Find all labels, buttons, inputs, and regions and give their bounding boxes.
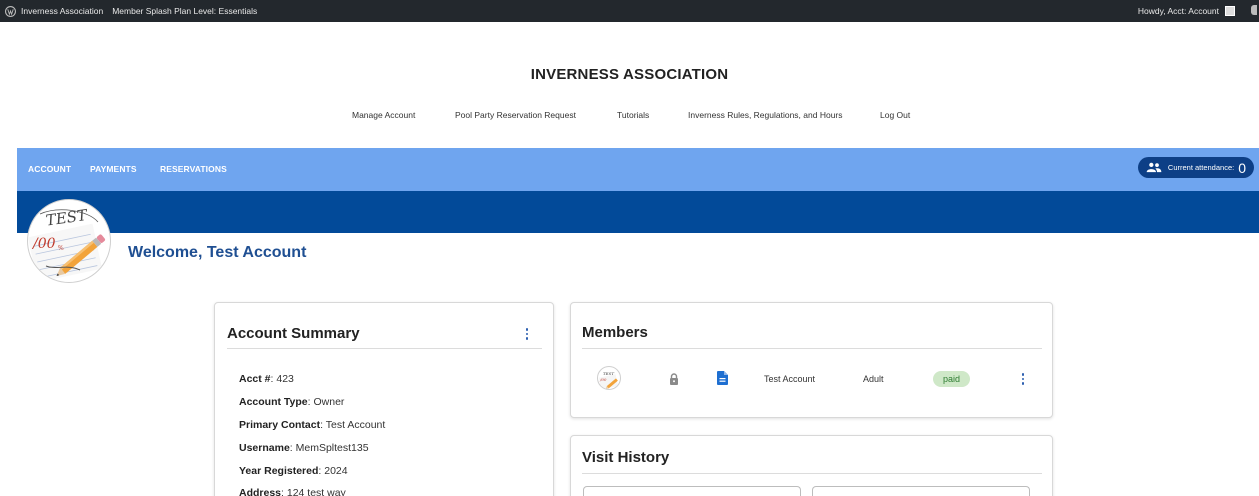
site-title[interactable]: INVERNESS ASSOCIATION (0, 66, 1259, 83)
divider (582, 473, 1042, 474)
howdy-text[interactable]: Howdy, Acct: Account (1138, 6, 1219, 16)
attendance-chip: Current attendance: 0 (1137, 157, 1254, 178)
visit-history-end-date-field[interactable] (812, 486, 1030, 496)
nav-log-out[interactable]: Log Out (880, 110, 910, 120)
member-menu-icon[interactable] (1021, 373, 1025, 385)
svg-text:/00: /00 (31, 236, 56, 252)
field-label: Primary Contact (239, 419, 321, 431)
members-title: Members (582, 324, 648, 341)
svg-text:%: % (58, 245, 64, 252)
admin-bar-account[interactable]: Howdy, Acct: Account (1138, 0, 1235, 22)
tab-account[interactable]: ACCOUNT (28, 164, 71, 174)
summary-address: Address: 124 test way (239, 487, 346, 496)
tab-reservations[interactable]: RESERVATIONS (160, 164, 227, 174)
app-bar: ACCOUNT PAYMENTS RESERVATIONS Current at… (17, 148, 1259, 191)
profile-logo[interactable]: TEST /00 % (27, 199, 111, 283)
svg-text:TEST: TEST (603, 371, 614, 376)
nav-pool-party-reservation[interactable]: Pool Party Reservation Request (455, 110, 576, 120)
summary-year-registered: Year Registered: 2024 (239, 465, 348, 477)
test-paper-logo-icon: TEST /00 % (28, 206, 106, 282)
summary-username: Username: MemSpltest135 (239, 442, 369, 454)
summary-primary-contact: Primary Contact: Test Account (239, 419, 385, 431)
member-name: Test Account (764, 374, 816, 384)
account-summary-title: Account Summary (227, 325, 360, 342)
svg-text:/00: /00 (599, 377, 607, 382)
members-card: Members TEST /00 Test Account Adult paid (570, 302, 1053, 418)
document-icon[interactable] (717, 371, 728, 390)
field-value: : 124 test way (281, 487, 346, 496)
member-avatar[interactable]: TEST /00 (597, 366, 621, 390)
welcome-heading: Welcome, Test Account (128, 244, 307, 261)
summary-account-type: Account Type: Owner (239, 396, 344, 408)
wordpress-icon[interactable] (3, 4, 17, 18)
field-label: Acct # (239, 373, 271, 385)
field-label: Account Type (239, 396, 308, 408)
nav-manage-account[interactable]: Manage Account (352, 110, 415, 120)
admin-bar: Inverness Association Member Splash Plan… (0, 0, 1259, 22)
account-summary-card: Account Summary Acct #: 423 Account Type… (214, 302, 554, 496)
attendance-label: Current attendance: (1167, 163, 1235, 172)
field-label: Address (239, 487, 282, 496)
attendance-count: 0 (1238, 159, 1246, 176)
field-label: Year Registered (239, 465, 319, 477)
member-row[interactable]: TEST /00 Test Account Adult paid (571, 363, 1052, 399)
visit-history-card: Visit History (570, 435, 1053, 496)
field-value: : 2024 (318, 465, 348, 477)
nav-rules-regulations-hours[interactable]: Inverness Rules, Regulations, and Hours (688, 110, 843, 120)
people-icon (1146, 162, 1162, 173)
nav-tutorials[interactable]: Tutorials (617, 110, 649, 120)
field-value: : Owner (307, 396, 345, 408)
field-value: : MemSpltest135 (289, 442, 369, 454)
lock-icon[interactable] (669, 372, 679, 390)
divider (227, 348, 542, 349)
admin-bar-site-name[interactable]: Inverness Association (21, 6, 103, 16)
summary-acct-number: Acct #: 423 (239, 373, 294, 385)
search-icon[interactable] (1251, 5, 1257, 15)
account-summary-menu-icon[interactable] (525, 328, 529, 340)
field-label: Username (239, 442, 290, 454)
test-paper-avatar-icon: TEST /00 (598, 371, 619, 389)
member-type: Adult (863, 374, 884, 384)
field-value: : Test Account (320, 419, 386, 431)
divider (582, 348, 1042, 349)
tab-payments[interactable]: PAYMENTS (90, 164, 137, 174)
field-value: : 423 (270, 373, 294, 385)
payment-status-badge: paid (933, 371, 971, 387)
banner (17, 191, 1259, 233)
visit-history-title: Visit History (582, 449, 670, 466)
visit-history-start-date-field[interactable] (583, 486, 801, 496)
user-avatar-icon[interactable] (1225, 6, 1235, 16)
admin-bar-plan-level[interactable]: Member Splash Plan Level: Essentials (112, 6, 257, 16)
